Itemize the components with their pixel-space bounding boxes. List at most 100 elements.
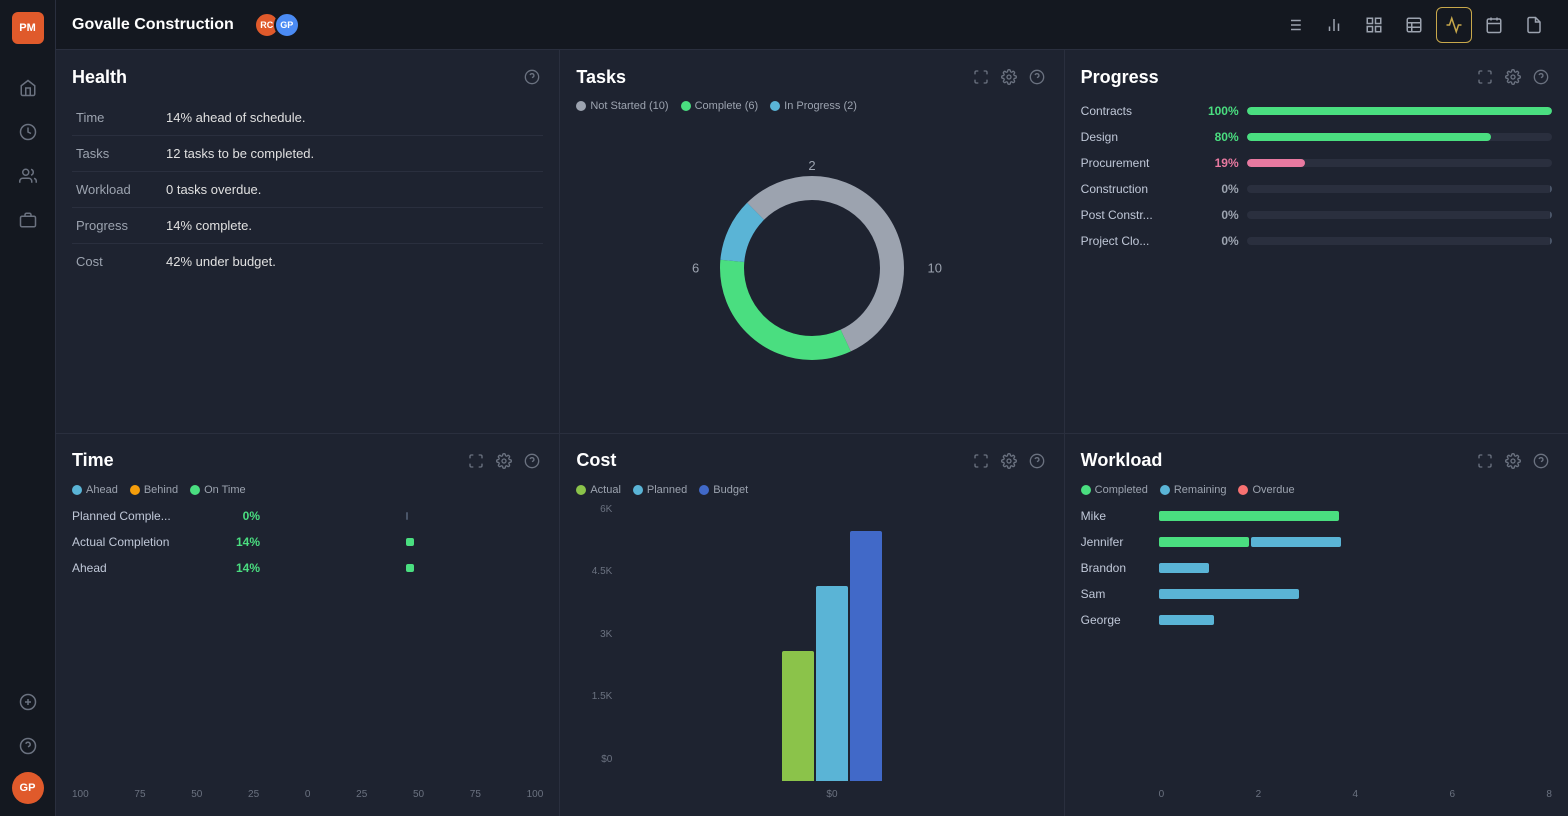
health-actions bbox=[521, 66, 543, 88]
workload-legend-item: Overdue bbox=[1238, 484, 1294, 496]
avatar-gp[interactable]: GP bbox=[274, 12, 300, 38]
bar-chart-button[interactable] bbox=[1316, 7, 1352, 43]
cost-expand-icon[interactable] bbox=[970, 450, 992, 472]
time-settings-icon[interactable] bbox=[493, 450, 515, 472]
workload-bars bbox=[1159, 612, 1552, 628]
time-panel: Time AheadBehindOn Time Planned Comple..… bbox=[56, 434, 559, 816]
sidebar-item-timeline[interactable] bbox=[10, 114, 46, 150]
time-axis-label: 0 bbox=[305, 789, 311, 800]
progress-row-pct: 19% bbox=[1199, 156, 1239, 170]
cost-help-icon[interactable] bbox=[1026, 450, 1048, 472]
workload-header: Workload bbox=[1081, 450, 1552, 472]
legend-label: Complete (6) bbox=[695, 100, 759, 112]
progress-row-label: Construction bbox=[1081, 182, 1191, 196]
workload-bars bbox=[1159, 508, 1552, 524]
progress-bar-fill bbox=[1247, 133, 1491, 141]
tasks-expand-icon[interactable] bbox=[970, 66, 992, 88]
table-button[interactable] bbox=[1396, 7, 1432, 43]
cost-yaxis: 6K4.5K3K1.5K$0 bbox=[576, 504, 612, 766]
cost-title: Cost bbox=[576, 450, 616, 471]
progress-row-label: Contracts bbox=[1081, 104, 1191, 118]
workload-row: Jennifer bbox=[1081, 534, 1552, 550]
sidebar: PM GP bbox=[0, 0, 56, 816]
time-axis-label: 100 bbox=[527, 789, 544, 800]
workload-help-icon[interactable] bbox=[1530, 450, 1552, 472]
topbar: Govalle Construction RC GP bbox=[56, 0, 1568, 50]
workload-bar-completed bbox=[1159, 537, 1249, 547]
calendar-button[interactable] bbox=[1476, 7, 1512, 43]
tasks-actions bbox=[970, 66, 1048, 88]
workload-rows: Mike Jennifer Brandon Sam George bbox=[1081, 508, 1552, 647]
legend-dot bbox=[190, 485, 200, 495]
legend-dot bbox=[633, 485, 643, 495]
health-row-label: Progress bbox=[72, 208, 162, 244]
cost-panel: Cost ActualPlannedBudget 6K4.5K3K1.5K$ bbox=[560, 434, 1063, 816]
workload-bar-remaining bbox=[1251, 537, 1341, 547]
legend-label: In Progress (2) bbox=[784, 100, 857, 112]
workload-xaxis-label: 8 bbox=[1546, 789, 1552, 800]
workload-row-label: Mike bbox=[1081, 509, 1151, 523]
time-bar-zero bbox=[406, 512, 408, 520]
cost-legend-item: Planned bbox=[633, 484, 687, 496]
cost-xaxis: $0 bbox=[616, 785, 1047, 800]
document-button[interactable] bbox=[1516, 7, 1552, 43]
workload-actions bbox=[1474, 450, 1552, 472]
workload-settings-icon[interactable] bbox=[1502, 450, 1524, 472]
pulse-button[interactable] bbox=[1436, 7, 1472, 43]
progress-rows: Contracts 100% Design 80% Procurement 19… bbox=[1081, 104, 1552, 248]
tasks-donut: 2 6 10 bbox=[702, 158, 922, 378]
progress-actions bbox=[1474, 66, 1552, 88]
health-row-value: 12 tasks to be completed. bbox=[162, 136, 543, 172]
time-row: Actual Completion 14% bbox=[72, 534, 543, 550]
progress-row-pct: 0% bbox=[1199, 208, 1239, 222]
progress-help-icon[interactable] bbox=[1530, 66, 1552, 88]
workload-legend-item: Remaining bbox=[1160, 484, 1227, 496]
cost-yaxis-label: 4.5K bbox=[576, 566, 612, 577]
time-bar-area bbox=[268, 560, 543, 576]
progress-bar-divider bbox=[1550, 211, 1552, 219]
progress-expand-icon[interactable] bbox=[1474, 66, 1496, 88]
cost-chart: 6K4.5K3K1.5K$0 $0 bbox=[576, 504, 1047, 801]
sidebar-item-home[interactable] bbox=[10, 70, 46, 106]
progress-row-pct: 0% bbox=[1199, 234, 1239, 248]
app-logo[interactable]: PM bbox=[12, 12, 44, 44]
cost-bars-area: 6K4.5K3K1.5K$0 bbox=[576, 504, 1047, 786]
help-icon[interactable] bbox=[10, 728, 46, 764]
donut-label-right: 10 bbox=[928, 261, 942, 276]
time-legend-item: Ahead bbox=[72, 484, 118, 496]
tasks-legend: Not Started (10)Complete (6)In Progress … bbox=[576, 100, 1047, 112]
workload-legend-item: Completed bbox=[1081, 484, 1148, 496]
cost-settings-icon[interactable] bbox=[998, 450, 1020, 472]
time-help-icon[interactable] bbox=[521, 450, 543, 472]
main-content: Govalle Construction RC GP bbox=[56, 0, 1568, 816]
progress-row-label: Procurement bbox=[1081, 156, 1191, 170]
cost-bar-actual bbox=[782, 651, 814, 781]
health-row-value: 0 tasks overdue. bbox=[162, 172, 543, 208]
legend-dot bbox=[1081, 485, 1091, 495]
time-axis-label: 50 bbox=[191, 789, 202, 800]
tasks-settings-icon[interactable] bbox=[998, 66, 1020, 88]
project-avatars: RC GP bbox=[254, 12, 300, 38]
time-axis-label: 75 bbox=[470, 789, 481, 800]
workload-bar-completed bbox=[1159, 511, 1339, 521]
progress-row: Design 80% bbox=[1081, 130, 1552, 144]
workload-expand-icon[interactable] bbox=[1474, 450, 1496, 472]
tasks-help-icon[interactable] bbox=[1026, 66, 1048, 88]
time-expand-icon[interactable] bbox=[465, 450, 487, 472]
add-button[interactable] bbox=[10, 684, 46, 720]
time-axis-label: 100 bbox=[72, 789, 89, 800]
legend-dot bbox=[130, 485, 140, 495]
grid-button[interactable] bbox=[1356, 7, 1392, 43]
progress-settings-icon[interactable] bbox=[1502, 66, 1524, 88]
list-view-button[interactable] bbox=[1276, 7, 1312, 43]
cost-bar-group bbox=[782, 531, 882, 781]
legend-dot bbox=[1160, 485, 1170, 495]
time-row-label: Actual Completion bbox=[72, 535, 212, 549]
sidebar-item-team[interactable] bbox=[10, 158, 46, 194]
sidebar-item-projects[interactable] bbox=[10, 202, 46, 238]
user-avatar[interactable]: GP bbox=[12, 772, 44, 804]
health-help-icon[interactable] bbox=[521, 66, 543, 88]
legend-label: Actual bbox=[590, 484, 621, 496]
health-row-value: 14% ahead of schedule. bbox=[162, 100, 543, 136]
workload-row-label: Sam bbox=[1081, 587, 1151, 601]
